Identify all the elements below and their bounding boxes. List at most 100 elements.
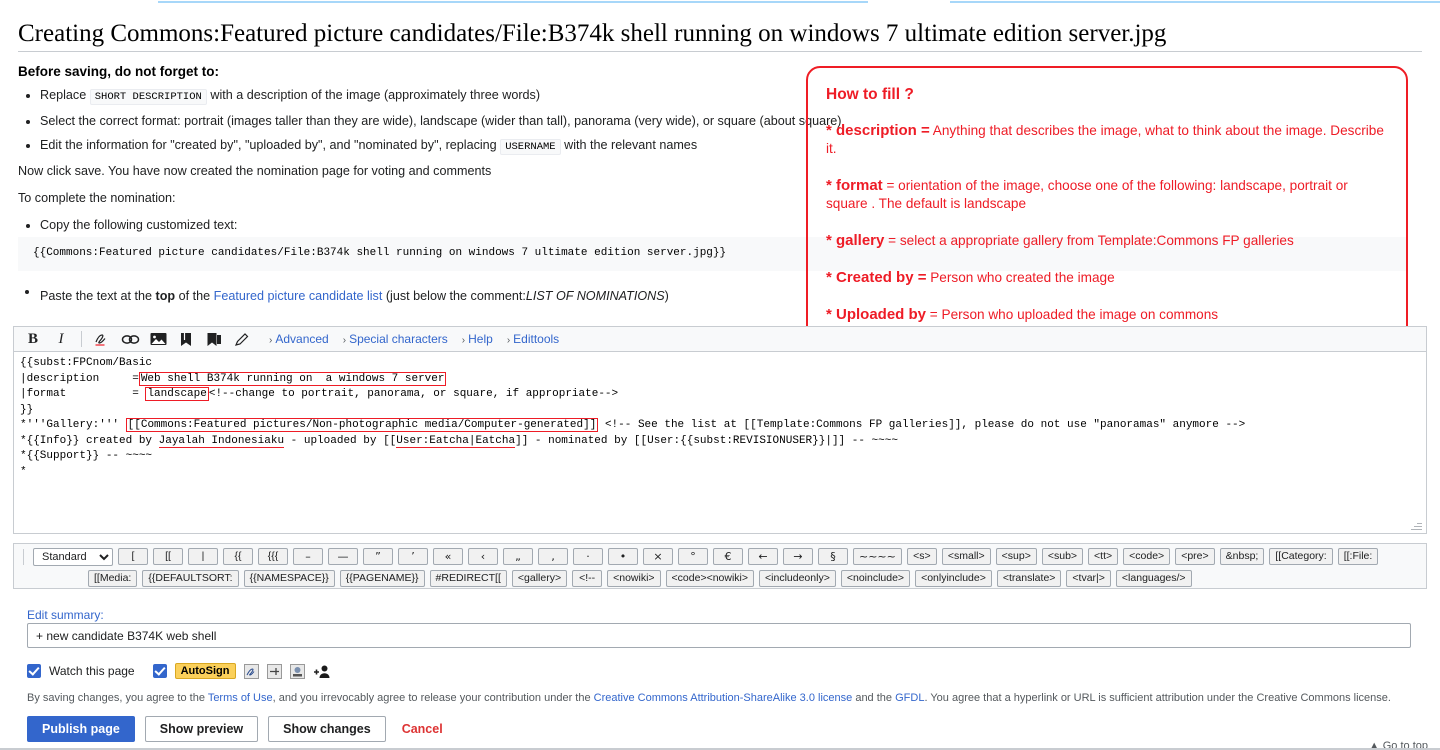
image-icon[interactable] <box>145 328 171 350</box>
wikitext-line-1: {{subst:FPCnom/Basic <box>20 357 152 369</box>
sc-btn-nowiki[interactable]: <nowiki> <box>607 570 660 587</box>
sc-btn-bracket[interactable]: [ <box>118 548 148 565</box>
pencil-icon[interactable] <box>229 328 255 350</box>
legal-notice: By saving changes, you agree to the Term… <box>27 692 1417 704</box>
sc-btn-sup-tag[interactable]: <sup> <box>996 548 1037 565</box>
sc-btn-code-tag[interactable]: <code> <box>1123 548 1170 565</box>
sc-btn-right-double-quote[interactable]: ” <box>363 548 393 565</box>
sc-btn-bullet[interactable]: • <box>608 548 638 565</box>
sc-btn-double-bracket[interactable]: [[ <box>153 548 183 565</box>
sc-btn-sub-tag[interactable]: <sub> <box>1042 548 1083 565</box>
cancel-link[interactable]: Cancel <box>396 722 443 736</box>
edit-summary-label: Edit summary: <box>27 608 104 622</box>
insert-dash-icon[interactable] <box>267 664 282 679</box>
show-preview-button[interactable]: Show preview <box>145 716 258 742</box>
watch-this-page-checkbox[interactable] <box>27 664 41 678</box>
sc-btn-middle-dot[interactable]: · <box>573 548 603 565</box>
format-value-highlight: landscape <box>145 387 208 401</box>
sc-btn-file-link[interactable]: [[:File: <box>1338 548 1379 565</box>
autosign-badge[interactable]: AutoSign <box>175 663 236 679</box>
sc-btn-tt-tag[interactable]: <tt> <box>1088 548 1118 565</box>
textarea-resize-handle[interactable] <box>1411 519 1422 530</box>
description-value-highlight: Web shell B374k running on a windows 7 s… <box>139 372 447 386</box>
sc-btn-multiply[interactable]: × <box>643 548 673 565</box>
sc-btn-namespace[interactable]: {{NAMESPACE}} <box>244 570 335 587</box>
sc-btn-low-single-quote[interactable]: ‚ <box>538 548 568 565</box>
link-icon[interactable] <box>117 328 143 350</box>
wikitext-line-4: }} <box>20 404 33 416</box>
autosign-checkbox[interactable] <box>153 664 167 678</box>
sc-btn-euro[interactable]: € <box>713 548 743 565</box>
reference-icon[interactable] <box>173 328 199 350</box>
sc-btn-em-dash[interactable]: — <box>328 548 358 565</box>
sc-btn-right-single-quote[interactable]: ’ <box>398 548 428 565</box>
toolbar-menu-help[interactable]: ›Help <box>462 332 493 346</box>
edit-page: Creating Commons:Featured picture candid… <box>0 0 1440 750</box>
callout-item-text: = orientation of the image, choose one o… <box>826 178 1348 211</box>
empty-bullet-line: * <box>20 466 27 478</box>
sc-btn-pagename[interactable]: {{PAGENAME}} <box>340 570 425 587</box>
publish-page-button[interactable]: Publish page <box>27 716 135 742</box>
sc-btn-low-double-quote[interactable]: „ <box>503 548 533 565</box>
toolbar-menu-label: Advanced <box>275 332 328 346</box>
sc-btn-redirect[interactable]: #REDIRECT[[ <box>430 570 507 587</box>
sc-btn-triple-brace[interactable]: {{{ <box>258 548 288 565</box>
charset-select[interactable]: Standard <box>33 548 113 566</box>
bold-icon[interactable]: B <box>20 328 46 350</box>
featured-picture-candidate-list-link[interactable]: Featured picture candidate list <box>214 289 383 303</box>
chevron-right-icon: › <box>343 335 346 346</box>
sc-btn-noinclude[interactable]: <noinclude> <box>841 570 910 587</box>
sc-btn-category[interactable]: [[Category: <box>1269 548 1332 565</box>
show-changes-button[interactable]: Show changes <box>268 716 386 742</box>
toolbar-menu-label: Edittools <box>513 332 559 346</box>
add-user-icon[interactable] <box>313 664 328 679</box>
creative-commons-license-link[interactable]: Creative Commons Attribution-ShareAlike … <box>594 692 853 704</box>
sc-btn-pipe[interactable]: | <box>188 548 218 565</box>
sc-btn-en-dash[interactable]: – <box>293 548 323 565</box>
toolbar-menu-special-characters[interactable]: ›Special characters <box>343 332 448 346</box>
sc-btn-code-nowiki[interactable]: <code><nowiki> <box>666 570 754 587</box>
sc-btn-tvar[interactable]: <tvar|> <box>1066 570 1111 587</box>
sc-btn-onlyinclude[interactable]: <onlyinclude> <box>915 570 992 587</box>
sc-btn-nbsp[interactable]: &nbsp; <box>1220 548 1265 565</box>
sc-btn-comment[interactable]: <!-- <box>572 570 602 587</box>
toolbar-menu-edittools[interactable]: ›Edittools <box>507 332 559 346</box>
legal-text: . You agree that a hyperlink or URL is s… <box>924 692 1391 704</box>
sc-btn-guillemet-left[interactable]: « <box>433 548 463 565</box>
signature-pen-icon[interactable] <box>244 664 259 679</box>
sc-btn-section-sign[interactable]: § <box>818 548 848 565</box>
sc-btn-languages[interactable]: <languages/> <box>1116 570 1192 587</box>
terms-of-use-link[interactable]: Terms of Use <box>208 692 273 704</box>
sc-btn-pre-tag[interactable]: <pre> <box>1175 548 1214 565</box>
sc-btn-arrow-left[interactable]: ← <box>748 548 778 565</box>
sc-btn-translate[interactable]: <translate> <box>997 570 1062 587</box>
italic-icon[interactable]: I <box>48 328 74 350</box>
signature-icon[interactable] <box>89 328 115 350</box>
stamp-icon[interactable] <box>290 664 305 679</box>
callout-item-text: = Person who uploaded the image on commo… <box>926 307 1218 322</box>
paste-bullet-marker <box>25 290 29 294</box>
sc-btn-single-guillemet-left[interactable]: ‹ <box>468 548 498 565</box>
sc-btn-strike-tag[interactable]: <s> <box>907 548 937 565</box>
sc-btn-signature-tildes[interactable]: ~~~~ <box>853 548 902 565</box>
edit-summary-input[interactable] <box>27 623 1411 648</box>
instruction-text: Replace <box>40 88 86 102</box>
wikitext-line-2-key: |description = <box>20 373 139 385</box>
sc-btn-arrow-right[interactable]: → <box>783 548 813 565</box>
sc-btn-includeonly[interactable]: <includeonly> <box>759 570 836 587</box>
sc-btn-small-tag[interactable]: <small> <box>942 548 991 565</box>
gfdl-link[interactable]: GFDL <box>895 692 924 704</box>
sc-btn-degree[interactable]: ° <box>678 548 708 565</box>
toolbar-menu-advanced[interactable]: ›Advanced <box>269 332 329 346</box>
sc-btn-double-brace[interactable]: {{ <box>223 548 253 565</box>
callout-item-gallery: * gallery = select a appropriate gallery… <box>826 232 1388 250</box>
cite-icon[interactable] <box>201 328 227 350</box>
sc-btn-media[interactable]: [[Media: <box>88 570 137 587</box>
sc-btn-defaultsort[interactable]: {{DEFAULTSORT: <box>142 570 238 587</box>
sc-btn-gallery-tag[interactable]: <gallery> <box>512 570 567 587</box>
instruction-text: Edit the information for "created by", "… <box>40 138 497 152</box>
callout-item-uploaded-by: * Uploaded by = Person who uploaded the … <box>826 306 1388 324</box>
wikitext-editor[interactable]: {{subst:FPCnom/Basic |description =Web s… <box>13 351 1427 534</box>
panel-divider <box>23 549 24 565</box>
callout-item-text: = select a appropriate gallery from Temp… <box>884 233 1293 248</box>
